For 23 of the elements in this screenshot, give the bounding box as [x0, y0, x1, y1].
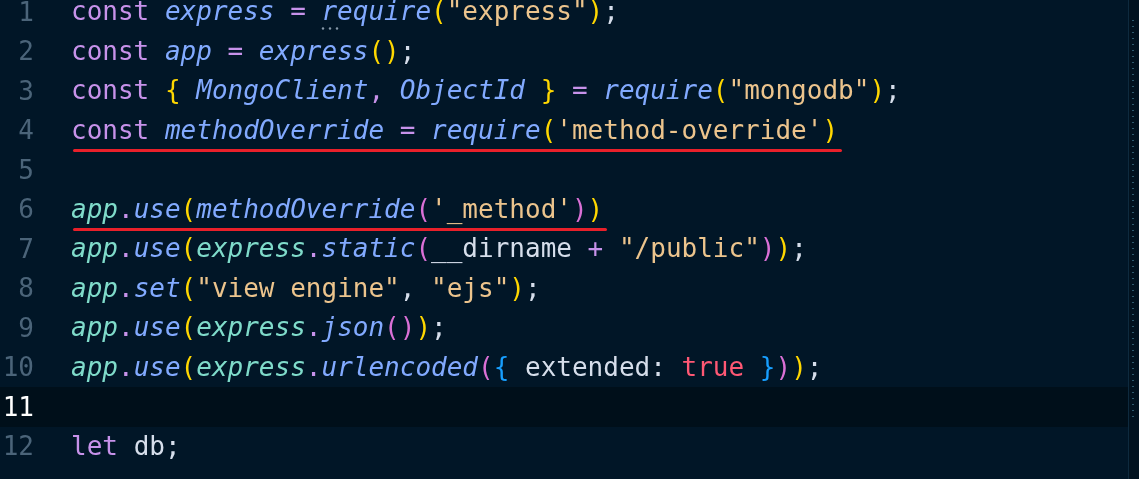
scrollbar-track[interactable]: [1128, 0, 1139, 479]
line-number: 5: [17, 154, 34, 185]
line-number: 4: [17, 115, 34, 146]
line-number: 1: [17, 0, 34, 27]
code-line: const app = express();: [71, 35, 416, 66]
code-line: let db;: [71, 430, 181, 461]
line-number: 6: [17, 194, 34, 225]
code-line: app.use(express.json());: [71, 312, 447, 343]
code-line: const express = require("express");: [71, 0, 619, 27]
line-number: 12: [1, 431, 34, 462]
line-number: 10: [1, 352, 34, 383]
code-line: app.use(express.static(__dirname + "/public"));: [71, 233, 807, 264]
line-number: 8: [17, 273, 34, 304]
line-number: 11: [1, 391, 34, 422]
code-line: app.use(methodOverride('_method')): [71, 193, 604, 224]
code-line: const { MongoClient, ObjectId } = require("mongodb");: [71, 75, 901, 106]
line-number: 7: [17, 233, 34, 264]
code-line: const methodOverride = require('method-override'): [71, 114, 839, 145]
line-number: 2: [17, 36, 34, 67]
code-line: app.set("view engine", "ejs");: [71, 272, 541, 303]
code-line: app.use(express.urlencoded({ extended: true }));: [71, 351, 823, 382]
line-number: 9: [17, 312, 34, 343]
line-number: 3: [17, 75, 34, 106]
